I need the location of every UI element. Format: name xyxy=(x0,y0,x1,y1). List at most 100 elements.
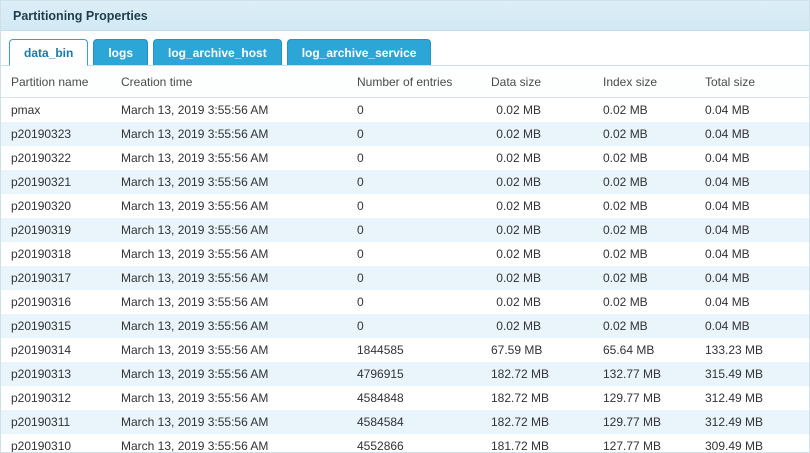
cell-data-size: 0.02 MB xyxy=(483,218,595,242)
cell-entries: 0 xyxy=(349,122,483,146)
cell-data-size: 0.02 MB xyxy=(483,314,595,338)
column-header-total-size: Total size xyxy=(697,66,809,98)
column-header-number-of-entries: Number of entries xyxy=(349,66,483,98)
cell-creation-time: March 13, 2019 3:55:56 AM xyxy=(113,146,349,170)
cell-total-size: 0.04 MB xyxy=(697,242,809,266)
cell-data-size: 182.72 MB xyxy=(483,410,595,434)
table-row[interactable]: p20190323March 13, 2019 3:55:56 AM00.02 … xyxy=(1,122,809,146)
cell-partition-name: p20190315 xyxy=(1,314,113,338)
cell-creation-time: March 13, 2019 3:55:56 AM xyxy=(113,194,349,218)
table-row[interactable]: p20190319March 13, 2019 3:55:56 AM00.02 … xyxy=(1,218,809,242)
cell-creation-time: March 13, 2019 3:55:56 AM xyxy=(113,98,349,123)
cell-partition-name: p20190317 xyxy=(1,266,113,290)
table-row[interactable]: p20190310March 13, 2019 3:55:56 AM455286… xyxy=(1,434,809,452)
tab-log_archive_service[interactable]: log_archive_service xyxy=(287,39,432,65)
cell-partition-name: p20190318 xyxy=(1,242,113,266)
cell-creation-time: March 13, 2019 3:55:56 AM xyxy=(113,386,349,410)
cell-index-size: 127.77 MB xyxy=(595,434,697,452)
cell-index-size: 129.77 MB xyxy=(595,410,697,434)
table-row[interactable]: p20190313March 13, 2019 3:55:56 AM479691… xyxy=(1,362,809,386)
cell-data-size: 0.02 MB xyxy=(483,146,595,170)
cell-creation-time: March 13, 2019 3:55:56 AM xyxy=(113,266,349,290)
table-row[interactable]: p20190311March 13, 2019 3:55:56 AM458458… xyxy=(1,410,809,434)
cell-total-size: 0.04 MB xyxy=(697,122,809,146)
cell-creation-time: March 13, 2019 3:55:56 AM xyxy=(113,362,349,386)
cell-creation-time: March 13, 2019 3:55:56 AM xyxy=(113,410,349,434)
cell-index-size: 0.02 MB xyxy=(595,146,697,170)
table-header-row: Partition name Creation time Number of e… xyxy=(1,66,809,98)
cell-creation-time: March 13, 2019 3:55:56 AM xyxy=(113,218,349,242)
table-row[interactable]: p20190322March 13, 2019 3:55:56 AM00.02 … xyxy=(1,146,809,170)
column-header-data-size: Data size xyxy=(483,66,595,98)
tab-log_archive_host[interactable]: log_archive_host xyxy=(153,39,282,65)
cell-creation-time: March 13, 2019 3:55:56 AM xyxy=(113,434,349,452)
cell-data-size: 0.02 MB xyxy=(483,290,595,314)
cell-total-size: 312.49 MB xyxy=(697,410,809,434)
table-row[interactable]: p20190315March 13, 2019 3:55:56 AM00.02 … xyxy=(1,314,809,338)
cell-creation-time: March 13, 2019 3:55:56 AM xyxy=(113,170,349,194)
cell-index-size: 0.02 MB xyxy=(595,314,697,338)
cell-index-size: 0.02 MB xyxy=(595,218,697,242)
table-row[interactable]: p20190320March 13, 2019 3:55:56 AM00.02 … xyxy=(1,194,809,218)
partitioning-properties-panel: Partitioning Properties data_bin logs lo… xyxy=(0,0,810,453)
cell-data-size: 181.72 MB xyxy=(483,434,595,452)
table-row[interactable]: p20190316March 13, 2019 3:55:56 AM00.02 … xyxy=(1,290,809,314)
cell-partition-name: p20190316 xyxy=(1,290,113,314)
cell-total-size: 315.49 MB xyxy=(697,362,809,386)
cell-creation-time: March 13, 2019 3:55:56 AM xyxy=(113,290,349,314)
cell-entries: 0 xyxy=(349,218,483,242)
cell-index-size: 0.02 MB xyxy=(595,170,697,194)
cell-creation-time: March 13, 2019 3:55:56 AM xyxy=(113,338,349,362)
cell-data-size: 67.59 MB xyxy=(483,338,595,362)
cell-creation-time: March 13, 2019 3:55:56 AM xyxy=(113,314,349,338)
cell-index-size: 129.77 MB xyxy=(595,386,697,410)
cell-entries: 0 xyxy=(349,314,483,338)
cell-data-size: 182.72 MB xyxy=(483,386,595,410)
cell-partition-name: p20190311 xyxy=(1,410,113,434)
cell-creation-time: March 13, 2019 3:55:56 AM xyxy=(113,242,349,266)
cell-entries: 1844585 xyxy=(349,338,483,362)
cell-index-size: 0.02 MB xyxy=(595,98,697,123)
cell-entries: 0 xyxy=(349,290,483,314)
cell-partition-name: p20190314 xyxy=(1,338,113,362)
cell-data-size: 0.02 MB xyxy=(483,266,595,290)
cell-total-size: 0.04 MB xyxy=(697,194,809,218)
cell-entries: 4796915 xyxy=(349,362,483,386)
tab-strip: data_bin logs log_archive_host log_archi… xyxy=(1,31,809,66)
cell-entries: 4584584 xyxy=(349,410,483,434)
partitions-table-container: Partition name Creation time Number of e… xyxy=(1,66,809,452)
cell-index-size: 0.02 MB xyxy=(595,242,697,266)
cell-total-size: 312.49 MB xyxy=(697,386,809,410)
cell-entries: 0 xyxy=(349,194,483,218)
table-row[interactable]: p20190318March 13, 2019 3:55:56 AM0 0.02 … xyxy=(1,242,809,266)
tab-logs[interactable]: logs xyxy=(93,39,148,65)
panel-title: Partitioning Properties xyxy=(13,9,148,23)
cell-entries: 0 xyxy=(349,146,483,170)
cell-data-size: 0.02 MB xyxy=(483,98,595,123)
cell-total-size: 0.04 MB xyxy=(697,266,809,290)
cell-total-size: 0.04 MB xyxy=(697,218,809,242)
cell-partition-name: p20190310 xyxy=(1,434,113,452)
table-body: pmaxMarch 13, 2019 3:55:56 AM00.02 MB0.0… xyxy=(1,98,809,453)
cell-index-size: 65.64 MB xyxy=(595,338,697,362)
cell-entries: 4552866 xyxy=(349,434,483,452)
cell-partition-name: p20190312 xyxy=(1,386,113,410)
cell-index-size: 0.02 MB xyxy=(595,122,697,146)
tab-data_bin[interactable]: data_bin xyxy=(9,39,88,66)
cell-index-size: 132.77 MB xyxy=(595,362,697,386)
cell-data-size: 0.02 MB xyxy=(483,122,595,146)
titlebar: Partitioning Properties xyxy=(1,1,809,31)
partitions-table: Partition name Creation time Number of e… xyxy=(1,66,809,452)
table-row[interactable]: p20190314March 13, 2019 3:55:56 AM184458… xyxy=(1,338,809,362)
cell-data-size: 0.02 MB xyxy=(483,170,595,194)
cell-total-size: 0.04 MB xyxy=(697,98,809,123)
cell-total-size: 0.04 MB xyxy=(697,314,809,338)
cell-entries: 0 xyxy=(349,242,483,266)
cell-partition-name: pmax xyxy=(1,98,113,123)
table-row[interactable]: pmaxMarch 13, 2019 3:55:56 AM00.02 MB0.0… xyxy=(1,98,809,123)
table-row[interactable]: p20190312March 13, 2019 3:55:56 AM458484… xyxy=(1,386,809,410)
table-row[interactable]: p20190321March 13, 2019 3:55:56 AM00.02 … xyxy=(1,170,809,194)
cell-partition-name: p20190323 xyxy=(1,122,113,146)
table-row[interactable]: p20190317March 13, 2019 3:55:56 AM00.02 … xyxy=(1,266,809,290)
cell-partition-name: p20190322 xyxy=(1,146,113,170)
